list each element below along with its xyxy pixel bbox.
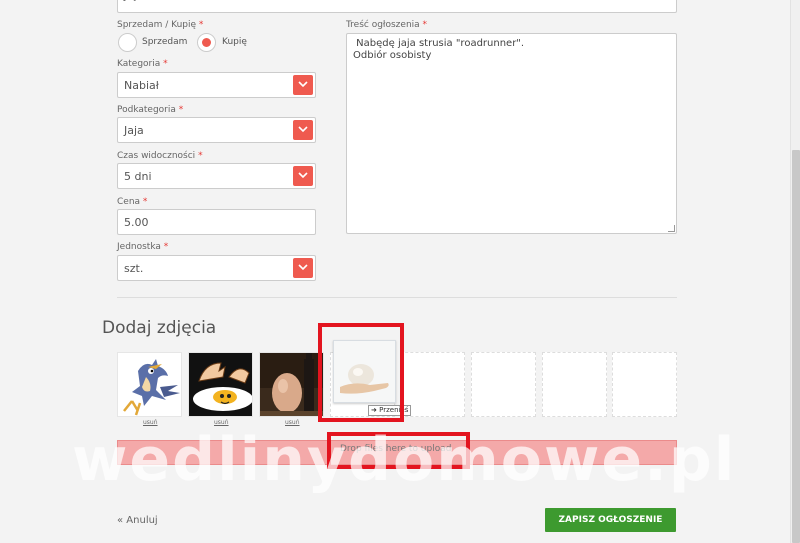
unit-select[interactable]: szt. [117,255,316,281]
chevron-down-icon[interactable] [293,75,313,95]
description-label: Treść ogłoszenia * [346,20,428,30]
photo-slot-empty[interactable] [612,352,677,417]
unit-label: Jednostka * [117,242,169,252]
description-line: Odbiór osobisty [353,50,432,61]
photo-thumbnail-egg-bottle[interactable] [259,352,324,417]
chevron-down-icon[interactable] [293,258,313,278]
subcategory-label: Podkategoria * [117,105,184,115]
photo-thumbnail-cartoon-egg[interactable] [188,352,253,417]
radio-sell-label: Sprzedam [142,37,188,47]
radio-buy[interactable] [197,33,216,52]
title-input[interactable]: Jaja strusia [117,0,677,13]
save-listing-button[interactable]: ZAPISZ OGŁOSZENIE [545,508,676,532]
subcategory-value: Jaja [124,124,144,137]
radio-buy-label: Kupię [222,37,247,47]
photo-slot-empty[interactable] [542,352,607,417]
visibility-select[interactable]: 5 dni [117,163,316,189]
page-scrollbar[interactable] [790,0,800,543]
photo-slot-empty[interactable] [471,352,536,417]
photo-thumbnail-roadrunner[interactable] [117,352,182,417]
chevron-down-icon[interactable] [293,120,313,140]
radio-buy-selected-dot [202,38,211,47]
category-label: Kategoria * [117,59,168,69]
scrollbar-thumb[interactable] [792,150,800,543]
category-select[interactable]: Nabiał [117,72,316,98]
subcategory-select[interactable]: Jaja [117,117,316,143]
visibility-label: Czas widoczności * [117,151,203,161]
cancel-link[interactable]: « Anuluj [117,515,158,526]
radio-sell[interactable] [118,33,137,52]
unit-value: szt. [124,262,144,275]
photos-section-title: Dodaj zdjęcia [102,318,217,338]
visibility-value: 5 dni [124,170,152,183]
price-input[interactable]: 5.00 [117,209,316,235]
egg-bottle-image [260,353,323,416]
price-label: Cena * [117,197,148,207]
type-label: Sprzedam / Kupię * [117,20,204,30]
section-divider [117,297,677,298]
cartoon-egg-image [189,353,252,416]
category-value: Nabiał [124,79,159,92]
description-line: Nabędę jaja strusia "roadrunner". [353,38,525,49]
chevron-down-icon[interactable] [293,166,313,186]
annotation-highlight-preview [318,323,404,422]
description-textarea[interactable]: Nabędę jaja strusia "roadrunner". Odbiór… [346,33,677,234]
roadrunner-image [118,353,181,416]
resize-grip[interactable] [668,225,675,232]
watermark: wedlinydomowe.pl [72,425,737,495]
